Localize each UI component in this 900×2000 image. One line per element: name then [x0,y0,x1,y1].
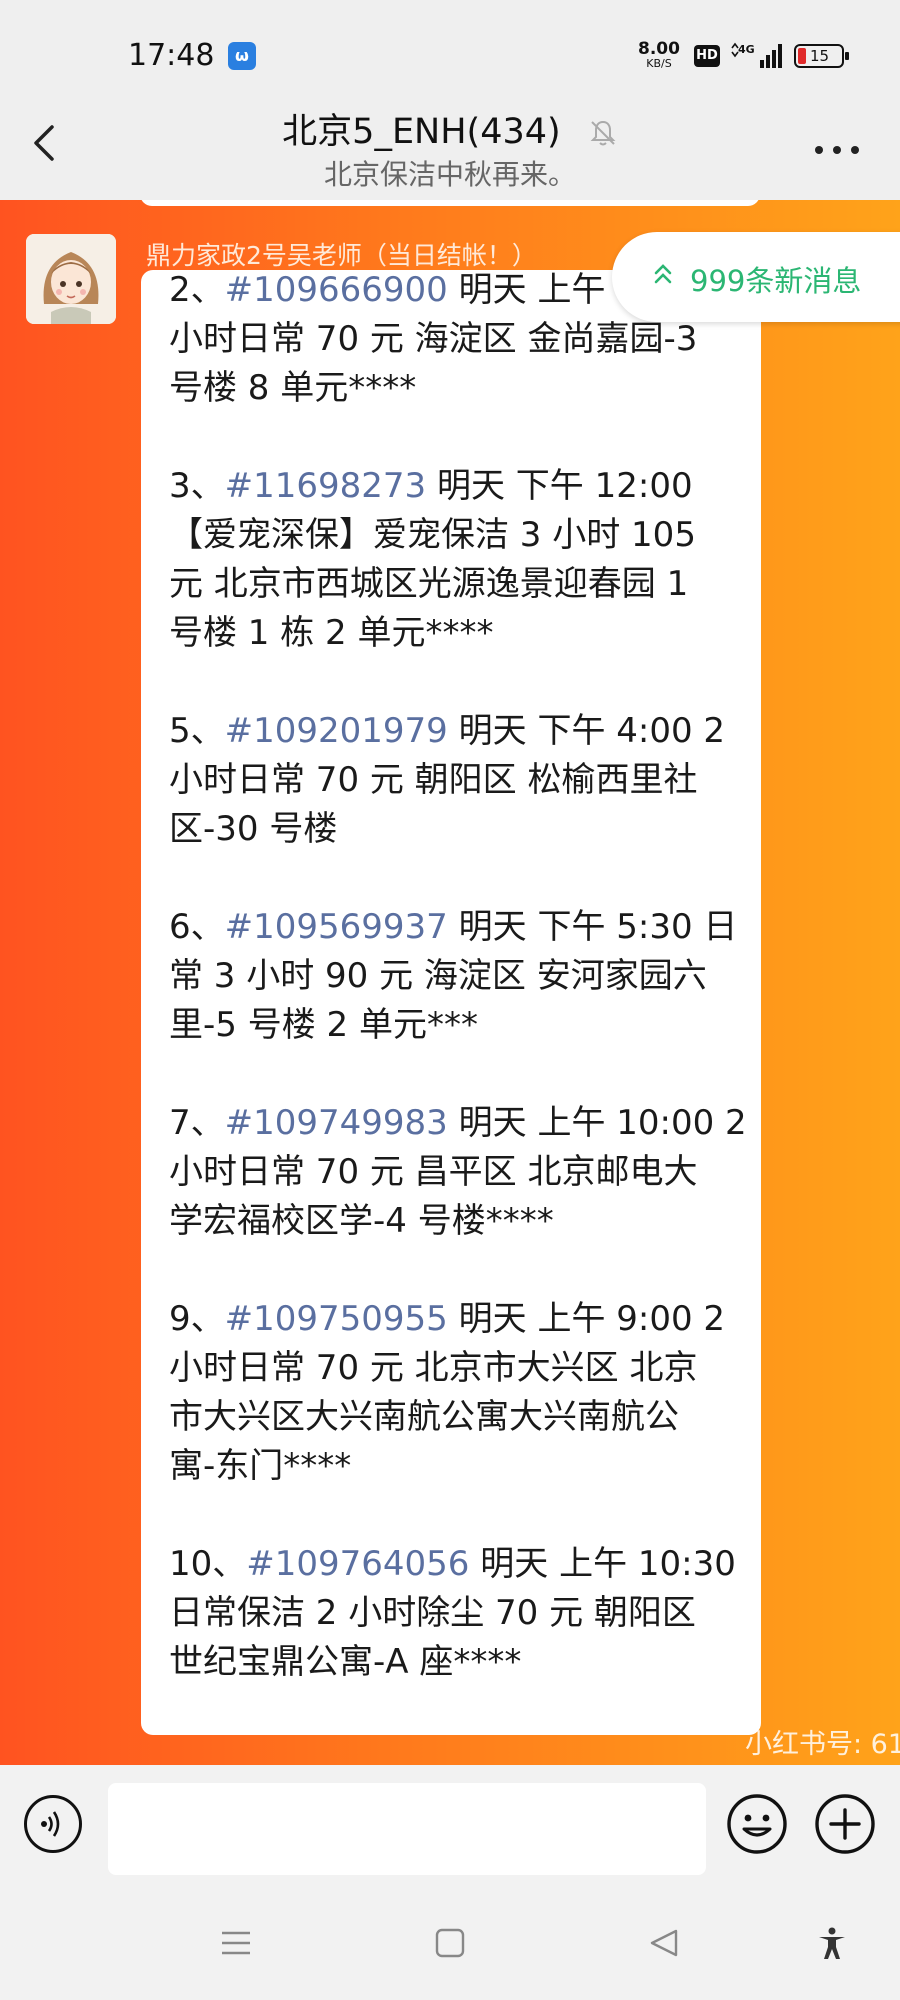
message-line: 7、#109749983 明天 上午 10:00 2 [169,1103,747,1143]
order-number-link: #11698273 [224,466,427,506]
plus-icon[interactable] [814,1793,876,1855]
order-number-link: #109749983 [224,1103,448,1143]
emoji-icon[interactable] [726,1793,788,1855]
message-line: 小时日常 70 元 昌平区 北京邮电大 [169,1152,698,1192]
app-notification-icon: ω [228,42,256,70]
message-line: 小时日常 70 元 海淀区 金尚嘉园-3 [169,319,698,359]
message-line: 9、#109750955 明天 上午 9:00 2 [169,1299,726,1339]
message-bubble[interactable]: 2、#109666900 明天 上午 11:30 2 小时日常 70 元 海淀区… [141,270,761,1735]
message-line: 5、#109201979 明天 下午 4:00 2 [169,711,726,751]
chat-subtitle: 北京保洁中秋再来。 [323,158,576,191]
voice-button[interactable] [24,1795,82,1853]
mute-bell-icon [590,120,616,146]
network-speed-value: 8.00 [638,39,680,59]
clock: 17:48 [128,38,215,73]
message-line: 区-30 号楼 [169,809,338,849]
signal-icon: 4G [731,42,782,68]
double-chevron-up-icon [654,264,672,284]
avatar[interactable] [26,234,116,324]
order-number-link: #109569937 [224,907,448,947]
message-line: 小时日常 70 元 北京市大兴区 北京 [169,1348,698,1388]
order-number-link: #109201979 [224,711,448,751]
order-number-link: #109666900 [224,270,448,310]
message-line: 3、#11698273 明天 下午 12:00 [169,466,693,506]
network-type-label: 4G [738,43,755,56]
message-line: 常 3 小时 90 元 海淀区 安河家园六 [169,956,707,996]
message-line: 世纪宝鼎公寓-A 座**** [169,1642,522,1682]
battery-icon: 15 [794,44,849,68]
message-line: 6、#109569937 明天 下午 5:30 日 [169,907,738,947]
new-messages-label: 999条新消息 [690,264,862,298]
message-line: 号楼 1 栋 2 单元**** [169,613,494,653]
new-messages-button[interactable]: 999条新消息 [612,232,900,322]
input-bar [0,1765,900,1885]
watermark: 小红书号: 61 [745,1729,900,1760]
message-input[interactable] [108,1783,706,1875]
message-line: 小时日常 70 元 朝阳区 松榆西里社 [169,760,698,800]
chat-header: 北京5_ENH(434) 北京保洁中秋再来。 [0,85,900,200]
battery-level: 15 [810,47,830,65]
chat-area[interactable]: 鼎力家政2号吴老师（当日结帐！） 2、#109666900 明天 上午 11:3… [0,200,900,1765]
message-line: 日常保洁 2 小时除尘 70 元 朝阳区 [169,1593,696,1633]
message-line: 学宏福校区学-4 号楼**** [169,1201,554,1241]
message-line: 里-5 号楼 2 单元*** [169,1005,478,1045]
previous-message-bubble [140,200,760,206]
page-title: 北京5_ENH(434) [282,112,561,152]
accessibility-icon[interactable] [814,1925,850,1961]
avatar-illustration [26,234,116,324]
order-number-link: #109764056 [246,1544,470,1584]
menu-icon[interactable] [218,1925,254,1961]
network-speed: 8.00 KB/S [638,40,680,70]
message-line: 号楼 8 单元**** [169,368,417,408]
chat-title-row: 北京5_ENH(434) [0,103,900,154]
message-line: 寓-东门**** [169,1446,352,1486]
home-icon[interactable] [432,1925,468,1961]
back-triangle-icon[interactable] [646,1925,682,1961]
voice-icon [41,1811,60,1837]
message-line: 10、#109764056 明天 上午 10:30 [169,1544,736,1584]
more-icon[interactable] [812,143,862,157]
network-speed-unit: KB/S [646,57,672,70]
message-line: 【爱宠深保】爱宠保洁 3 小时 105 [169,515,696,555]
order-number-link: #109750955 [224,1299,448,1339]
system-nav-bar [0,1885,900,2000]
hd-icon: HD [694,45,720,67]
message-line: 元 北京市西城区光源逸景迎春园 1 [169,564,689,604]
message-line: 市大兴区大兴南航公寓大兴南航公 [169,1397,679,1437]
